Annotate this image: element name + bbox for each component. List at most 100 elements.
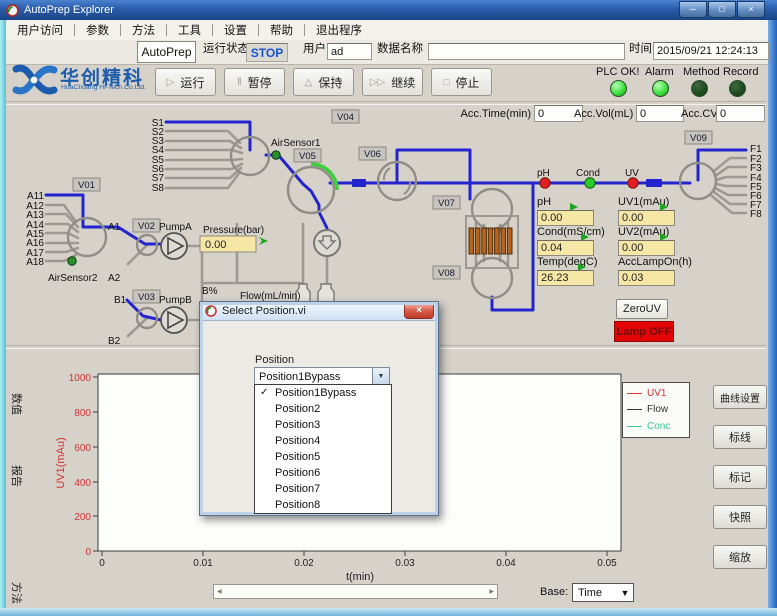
svg-text:A2: A2 xyxy=(108,273,121,284)
syringe-b xyxy=(318,284,334,302)
ph-readout-field: 0.00 xyxy=(537,210,594,226)
svg-text:0: 0 xyxy=(85,547,91,558)
valve-tag-v07[interactable]: V07 xyxy=(438,198,455,209)
stop-button-label: 停止 xyxy=(456,74,480,91)
valve-tag-v05[interactable]: V05 xyxy=(299,151,316,162)
valve-tag-v06[interactable]: V06 xyxy=(364,149,381,160)
air-sensor-2-label: AirSensor2 xyxy=(48,273,98,284)
curve-settings-button[interactable]: 曲线设置 xyxy=(713,385,767,409)
scroll-right-icon[interactable]: ▶ xyxy=(489,588,494,595)
conc-legend-label[interactable]: Conc xyxy=(647,421,670,432)
valve-tag-v02[interactable]: V02 xyxy=(138,221,155,232)
hold-icon: △ xyxy=(305,77,313,88)
conc-legend-line xyxy=(627,426,642,427)
air-sensor-1-label: AirSensor1 xyxy=(271,138,321,149)
stop-button[interactable]: □ 停止 xyxy=(431,68,492,96)
valve-tag-v01[interactable]: V01 xyxy=(78,180,95,191)
company-logo xyxy=(10,62,58,98)
minimize-button[interactable]: ─ xyxy=(679,1,707,18)
zoom-button[interactable]: 缩放 xyxy=(713,545,767,569)
labview-icon xyxy=(205,305,217,317)
close-button[interactable]: × xyxy=(737,1,765,18)
uv1-readout-field: 0.00 xyxy=(618,210,675,226)
menu-exit[interactable]: 退出程序 xyxy=(305,22,373,38)
resume-button-label: 继续 xyxy=(391,74,415,91)
svg-text:600: 600 xyxy=(74,443,91,454)
mark-button[interactable]: 标记 xyxy=(713,465,767,489)
option-position2[interactable]: Position2 xyxy=(255,401,391,417)
menu-bar: 用户访问 参数 方法 工具 设置 帮助 退出程序 xyxy=(6,20,768,41)
snapshot-button[interactable]: 快照 xyxy=(713,505,767,529)
svg-text:0.02: 0.02 xyxy=(294,558,314,569)
svg-text:1000: 1000 xyxy=(69,373,92,384)
menu-user-access[interactable]: 用户访问 xyxy=(6,22,74,38)
base-dropdown[interactable]: Time ▼ xyxy=(572,583,634,602)
option-position6[interactable]: Position6 xyxy=(255,465,391,481)
menu-parameters[interactable]: 参数 xyxy=(75,22,120,38)
run-status-label: 运行状态 xyxy=(203,40,249,56)
window-controls: ─ □ × xyxy=(679,1,765,18)
menu-settings[interactable]: 设置 xyxy=(213,22,258,38)
option-position4[interactable]: Position4 xyxy=(255,433,391,449)
svg-text:0: 0 xyxy=(99,558,105,569)
menu-tools[interactable]: 工具 xyxy=(167,22,212,38)
method-label: Method xyxy=(683,66,720,78)
valve-tags: V01 V02 V03 V04 V05 V06 V07 V08 V09 xyxy=(73,110,712,303)
uv1-legend-line xyxy=(627,393,642,394)
maximize-button[interactable]: □ xyxy=(708,1,736,18)
column xyxy=(466,216,518,268)
option-position8[interactable]: Position8 xyxy=(255,497,391,513)
alarm-label: Alarm xyxy=(645,66,674,78)
play-icon: ▷ xyxy=(167,77,175,88)
user-label: 用户 xyxy=(303,40,326,56)
valve-tag-v04[interactable]: V04 xyxy=(337,112,354,123)
pause-button[interactable]: ‖ 暂停 xyxy=(224,68,285,96)
resume-button[interactable]: ▷▷ 继续 xyxy=(362,68,423,96)
cond-sensor-led xyxy=(585,178,595,188)
position-dropdown-value: Position1Bypass xyxy=(255,371,372,383)
scroll-left-icon[interactable]: ◀ xyxy=(217,588,222,595)
uv1-legend-label[interactable]: UV1 xyxy=(647,388,666,399)
title-bar: AutoPrep Explorer ─ □ × xyxy=(0,0,777,20)
acclampon-readout-label: AccLampOn(h) xyxy=(618,256,692,268)
tab-report[interactable]: 报告 xyxy=(9,465,25,487)
valve-tag-v03[interactable]: V03 xyxy=(138,292,155,303)
cond-label: Cond xyxy=(576,168,600,179)
valve-tag-v08[interactable]: V08 xyxy=(438,268,455,279)
valve-tag-v09[interactable]: V09 xyxy=(690,133,707,144)
option-position5[interactable]: Position5 xyxy=(255,449,391,465)
marker-line-button[interactable]: 标线 xyxy=(713,425,767,449)
pause-button-label: 暂停 xyxy=(248,74,272,91)
ph-label: pH xyxy=(537,168,550,179)
option-position1bypass[interactable]: ✓ Position1Bypass xyxy=(255,385,391,401)
menu-method[interactable]: 方法 xyxy=(121,22,166,38)
svg-text:200: 200 xyxy=(74,512,91,523)
base-label: Base: xyxy=(540,586,568,598)
option-position3[interactable]: Position3 xyxy=(255,417,391,433)
menu-help[interactable]: 帮助 xyxy=(259,22,304,38)
chart-scrollbar[interactable]: ◀ ▶ xyxy=(213,584,498,599)
option-position7[interactable]: Position7 xyxy=(255,481,391,497)
valve-v08-body[interactable] xyxy=(472,258,512,298)
temp-readout-field: 26.23 xyxy=(537,270,594,286)
run-button[interactable]: ▷ 运行 xyxy=(155,68,216,96)
dialog-close-button[interactable]: × xyxy=(404,303,434,319)
hold-button[interactable]: △ 保持 xyxy=(293,68,354,96)
valve-v07-body[interactable] xyxy=(472,189,512,229)
data-name-field[interactable] xyxy=(428,43,625,60)
dialog-title-bar[interactable]: Select Position.vi × xyxy=(200,302,438,321)
tab-method[interactable]: 方法 xyxy=(9,582,25,604)
air-sensor-2-led xyxy=(68,257,76,265)
user-field[interactable]: ad xyxy=(327,43,372,60)
zero-uv-button[interactable]: ZeroUV xyxy=(616,299,668,319)
tab-values[interactable]: 数值 xyxy=(9,393,25,415)
injector-body[interactable] xyxy=(314,230,340,256)
svg-text:400: 400 xyxy=(74,478,91,489)
flow-legend-label[interactable]: Flow xyxy=(647,404,668,415)
lamp-off-button[interactable]: Lamp OFF xyxy=(614,321,674,342)
alarm-led xyxy=(652,80,669,97)
window-title: AutoPrep Explorer xyxy=(24,4,114,16)
svg-text:B1: B1 xyxy=(114,295,127,306)
svg-text:0.01: 0.01 xyxy=(193,558,213,569)
uv-sensor-led xyxy=(628,178,638,188)
